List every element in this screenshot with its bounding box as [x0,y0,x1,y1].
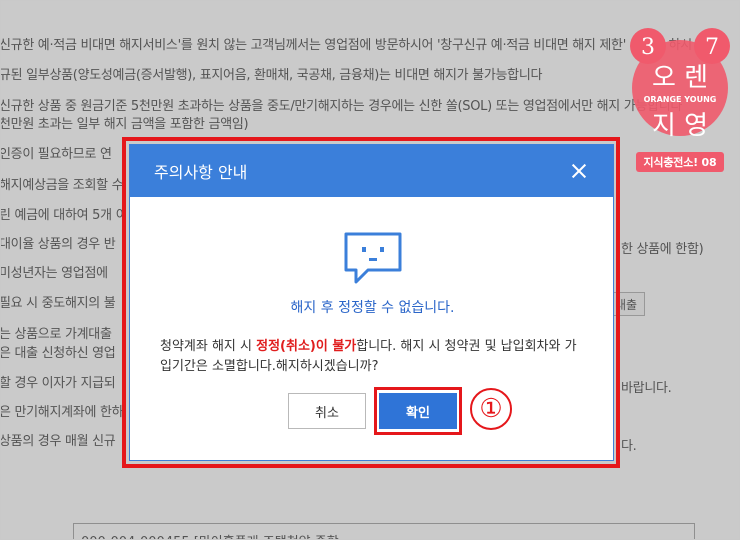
chat-bubble-face-icon [344,232,402,284]
confirm-button[interactable]: 확인 [379,393,457,429]
message-prefix: 청약계좌 해지 시 [160,339,257,354]
logo-text-middle: ORANGE YOUNG [644,95,717,104]
channel-logo: 3 7 오 렌 ORANGE YOUNG 지 영 지식충전소! 08 [628,8,732,172]
logo-text-top: 오 렌 [652,63,708,93]
close-icon[interactable] [569,161,589,181]
dialog-header: 주의사항 안내 [130,145,613,197]
logo-number-right: 7 [705,35,719,60]
message-warning: 정정(취소)이 불가 [256,339,357,354]
step-marker: ① [470,388,512,430]
orange-logo-graphic: 3 7 오 렌 ORANGE YOUNG 지 영 [630,28,730,141]
cancel-button[interactable]: 취소 [288,393,366,429]
logo-badge: 지식충전소! 08 [636,152,724,172]
notice-dialog: 주의사항 안내 해지 후 정정할 수 없습니다. 청약계좌 해지 시 정정(취소… [129,144,614,461]
dialog-message: 청약계좌 해지 시 정정(취소)이 불가합니다. 해지 시 청약권 및 납입회차… [160,337,585,377]
dialog-title: 주의사항 안내 [154,163,248,182]
logo-number-left: 3 [641,35,655,60]
dialog-headline: 해지 후 정정할 수 없습니다. [290,300,455,316]
logo-text-bottom: 지 영 [652,111,708,141]
